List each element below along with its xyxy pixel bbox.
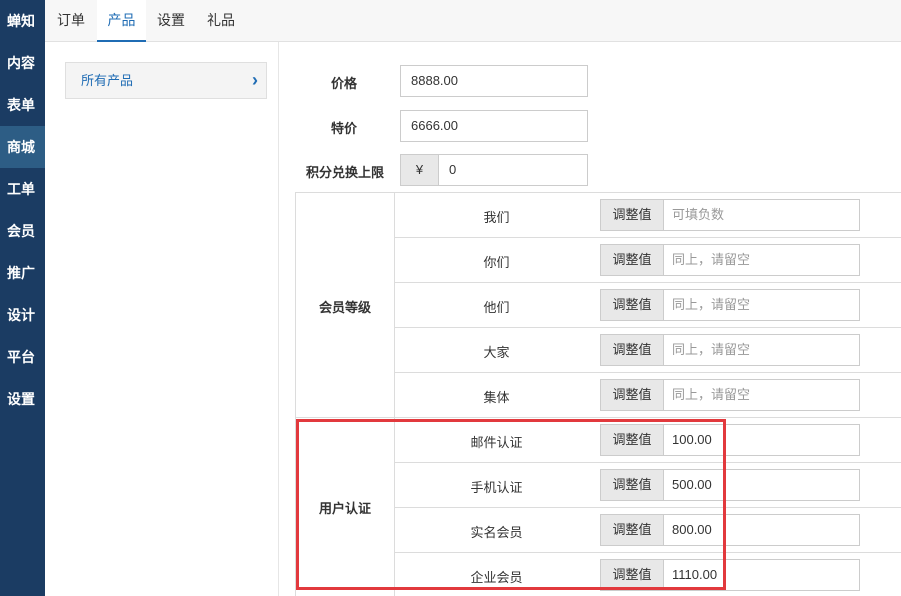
member-level-group-label: 会员等级 — [318, 300, 371, 315]
sidebar: 蝉知 内容 表单 商城 工单 会员 推广 设计 平台 设置 — [0, 0, 45, 596]
member-level-row-label: 你们 — [483, 255, 510, 270]
adjust-value-addon: 调整值 — [600, 559, 664, 591]
adjust-value-addon: 调整值 — [600, 289, 664, 321]
table-border-left — [295, 192, 296, 596]
adjust-value-addon: 调整值 — [600, 199, 664, 231]
adjust-value-addon: 调整值 — [600, 424, 664, 456]
member-level-row-label: 我们 — [483, 210, 510, 225]
member-level-row-label: 他们 — [483, 300, 510, 315]
tab-gifts[interactable]: 礼品 — [196, 0, 246, 42]
adjust-value-addon: 调整值 — [600, 334, 664, 366]
adjust-value-addon: 调整值 — [600, 244, 664, 276]
sidebar-item-brand[interactable]: 蝉知 — [0, 0, 45, 42]
top-tab-bar: 订单 产品 设置 礼品 — [45, 0, 901, 42]
row-divider — [394, 552, 901, 553]
adjust-value-input[interactable]: 同上，请留空 — [664, 289, 860, 321]
row-divider — [394, 507, 901, 508]
subnav-all-products-label: 所有产品 — [81, 73, 134, 88]
row-divider — [394, 462, 901, 463]
table-border-top — [295, 192, 901, 193]
sidebar-item-shop[interactable]: 商城 — [0, 126, 45, 168]
adjust-value-addon: 调整值 — [600, 514, 664, 546]
row-divider — [394, 327, 901, 328]
sidebar-item-tickets[interactable]: 工单 — [0, 168, 45, 210]
user-auth-row-label: 手机认证 — [470, 480, 523, 495]
sidebar-item-members[interactable]: 会员 — [0, 210, 45, 252]
points-limit-label: 积分兑换上限 — [305, 165, 384, 180]
tab-orders[interactable]: 订单 — [45, 0, 97, 42]
adjust-value-input[interactable]: 500.00 — [664, 469, 860, 501]
row-divider — [394, 237, 901, 238]
adjust-value-input[interactable]: 同上，请留空 — [664, 244, 860, 276]
subnav-panel: 所有产品 › — [45, 42, 279, 596]
chevron-right-icon: › — [252, 70, 258, 90]
points-limit-input[interactable]: 0 — [438, 154, 588, 186]
row-divider — [394, 282, 901, 283]
member-level-row-label: 大家 — [483, 345, 510, 360]
currency-addon: ¥ — [400, 154, 439, 186]
sidebar-item-content[interactable]: 内容 — [0, 42, 45, 84]
adjust-value-input[interactable]: 可填负数 — [664, 199, 860, 231]
tab-products[interactable]: 产品 — [97, 0, 146, 42]
tab-settings[interactable]: 设置 — [146, 0, 196, 42]
user-auth-row-label: 邮件认证 — [470, 435, 523, 450]
adjust-value-input[interactable]: 100.00 — [664, 424, 860, 456]
price-label: 价格 — [330, 76, 357, 91]
user-auth-row-label: 实名会员 — [470, 525, 523, 540]
adjust-value-addon: 调整值 — [600, 469, 664, 501]
special-price-input[interactable]: 6666.00 — [400, 110, 588, 142]
adjust-value-input[interactable]: 同上，请留空 — [664, 379, 860, 411]
sidebar-item-promotion[interactable]: 推广 — [0, 252, 45, 294]
subnav-all-products[interactable]: 所有产品 › — [65, 62, 267, 99]
sidebar-item-design[interactable]: 设计 — [0, 294, 45, 336]
sidebar-item-platform[interactable]: 平台 — [0, 336, 45, 378]
adjust-value-input[interactable]: 1110.00 — [664, 559, 860, 591]
adjust-value-addon: 调整值 — [600, 379, 664, 411]
row-divider — [394, 372, 901, 373]
user-auth-group-label: 用户认证 — [318, 501, 371, 516]
adjust-value-input[interactable]: 800.00 — [664, 514, 860, 546]
user-auth-row-label: 企业会员 — [470, 570, 523, 585]
member-level-row-label: 集体 — [483, 390, 510, 405]
adjust-value-input[interactable]: 同上，请留空 — [664, 334, 860, 366]
sidebar-item-forms[interactable]: 表单 — [0, 84, 45, 126]
sidebar-item-settings[interactable]: 设置 — [0, 378, 45, 420]
special-price-label: 特价 — [330, 121, 357, 136]
price-input[interactable]: 8888.00 — [400, 65, 588, 97]
group-divider — [295, 417, 901, 418]
